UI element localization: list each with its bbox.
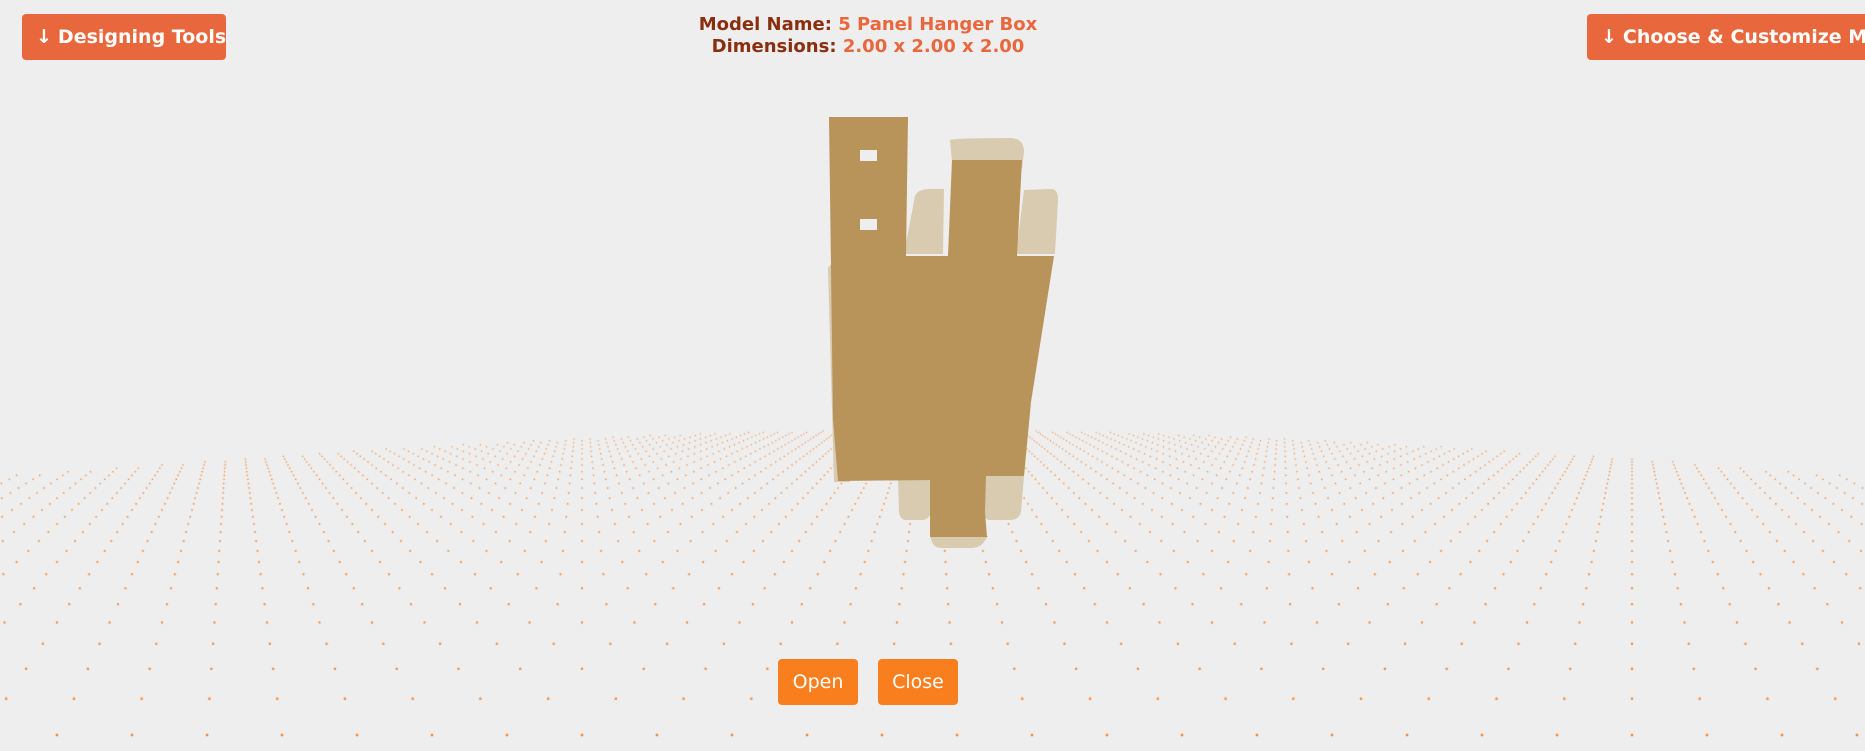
model-dimensions-line: Dimensions: 2.00 x 2.00 x 2.00 [0, 36, 1736, 58]
model-dimensions-value: 2.00 x 2.00 x 2.00 [842, 36, 1025, 57]
back-flap-bottom-left [898, 479, 931, 520]
slot-hole-lower [860, 219, 877, 230]
model-name-line: Model Name: 5 Panel Hanger Box [0, 14, 1736, 36]
model-dimensions-label: Dimensions: [711, 36, 837, 57]
model-name-value: 5 Panel Hanger Box [838, 14, 1038, 35]
slot-hole-upper [860, 150, 877, 161]
back-flap-bottom-right [984, 476, 1024, 520]
box-3d-model[interactable] [0, 0, 1865, 751]
back-flap-right [1016, 189, 1058, 254]
open-button[interactable]: Open [778, 659, 858, 705]
choose-customize-model-button[interactable]: ↓Choose & Customize Mod [1587, 14, 1865, 60]
model-name-label: Model Name: [698, 14, 832, 35]
choose-customize-label: Choose & Customize Mod [1622, 26, 1865, 48]
model-info: Model Name: 5 Panel Hanger Box Dimension… [0, 14, 1736, 58]
close-button[interactable]: Close [878, 659, 958, 705]
front-panel-tall-left [829, 117, 1054, 537]
back-flap-left [904, 189, 944, 254]
model-front-panels [829, 117, 1054, 537]
viewer-stage[interactable]: ↓ Designing Tools Model Name: 5 Panel Han… [0, 0, 1865, 751]
arrow-down-icon: ↓ [1601, 26, 1617, 48]
back-flap-bottom-center [930, 536, 988, 548]
